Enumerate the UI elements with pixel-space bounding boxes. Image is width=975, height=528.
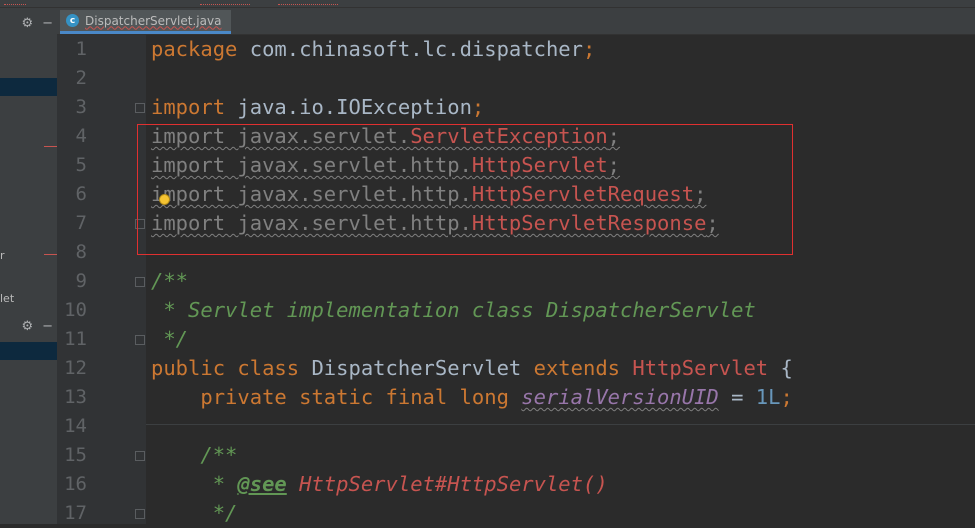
line-number: 14 [64,415,87,437]
code-line[interactable]: private static final long serialVersionU… [151,383,793,412]
lightbulb-icon[interactable] [159,194,170,205]
code-token: ; [471,95,485,119]
line-number: 2 [75,67,87,89]
code-token: @see [237,472,287,496]
line-number: 15 [64,444,87,466]
project-panel-toolbar: ⚙ − [0,12,57,34]
fold-marker-icon[interactable] [135,509,145,519]
line-number: 4 [75,125,87,147]
code-token: { [768,356,793,380]
line-number: 7 [75,212,87,234]
gear-icon[interactable]: ⚙ [21,16,33,31]
code-token: ; [780,385,793,409]
fold-marker-icon[interactable] [135,451,145,461]
error-underline [4,0,26,5]
code-token: java.io.IOException [237,95,472,119]
project-tree-selected-row[interactable] [0,342,57,360]
code-token: /** [151,443,238,467]
code-token: = [718,385,756,409]
code-editor[interactable]: 1 2 3 4 5 6 7 8 9 10 11 12 13 14 15 16 17 package com.ch… [57,35,975,525]
line-number: 8 [75,241,87,263]
line-number: 9 [75,270,87,292]
gear-icon[interactable]: ⚙ [21,319,33,334]
code-line[interactable]: */ [151,325,188,354]
line-number: 11 [64,328,87,350]
code-token: */ [151,501,238,525]
code-token: com.chinasoft.lc.dispatcher [249,37,583,61]
code-line[interactable]: * @see HttpServlet#HttpServlet() [151,470,608,499]
code-line[interactable]: package com.chinasoft.lc.dispatcher; [151,35,595,64]
code-line[interactable]: import java.io.IOException; [151,93,484,122]
line-number: 16 [64,473,87,495]
code-token: * [151,472,238,496]
code-token: public class [151,356,312,380]
code-token: extends [533,356,633,380]
code-token: * Servlet implementation class Dispatche… [151,298,756,322]
tab-label: DispatcherServlet.java [85,13,222,28]
error-underline [200,0,250,5]
tab-dispatcher-servlet[interactable]: c DispatcherServlet.java [60,10,232,34]
line-number: 12 [64,357,87,379]
code-token: /** [151,269,189,293]
project-panel: ⚙ − r let ⚙ − [0,8,58,524]
line-number: 6 [75,183,87,205]
line-number: 1 [75,38,87,60]
line-number: 5 [75,154,87,176]
code-token: HttpServlet [632,356,769,380]
code-token: import [151,95,238,119]
project-tree-item[interactable]: r [0,249,5,262]
hide-icon[interactable]: − [42,16,53,31]
line-number-gutter: 1 2 3 4 5 6 7 8 9 10 11 12 13 14 15 16 17 [57,35,146,524]
code-token: private static final long [200,385,522,409]
error-marker [44,254,57,255]
java-class-icon: c [66,14,79,27]
method-separator [146,424,975,425]
code-token: package [151,37,250,61]
editor-tabs-strip [0,0,975,8]
code-line[interactable]: /** [151,267,188,296]
project-panel-toolbar: ⚙ − [0,315,57,337]
fold-marker-icon[interactable] [135,103,145,113]
line-number: 10 [64,299,87,321]
code-token: DispatcherServlet [311,356,534,380]
project-tree-item[interactable]: let [0,292,14,305]
line-number: 13 [64,386,87,408]
error-marker [44,146,57,147]
error-underline [278,0,338,5]
fold-marker-icon[interactable] [135,335,145,345]
hide-icon[interactable]: − [42,319,53,334]
line-number: 3 [75,96,87,118]
code-token: 1L [755,385,781,409]
code-token: HttpServlet#HttpServlet() [299,472,608,496]
highlight-box [137,124,793,255]
code-token: */ [151,327,189,351]
code-line[interactable]: public class DispatcherServlet extends H… [151,354,793,383]
code-token: serialVersionUID [521,385,719,409]
project-tree-selected-row[interactable] [0,78,57,96]
code-line[interactable]: /** [151,441,237,470]
editor-tab-bar: c DispatcherServlet.java [57,8,975,35]
fold-marker-icon[interactable] [135,277,145,287]
code-token: ; [583,37,596,61]
code-line[interactable]: * Servlet implementation class Dispatche… [151,296,756,325]
